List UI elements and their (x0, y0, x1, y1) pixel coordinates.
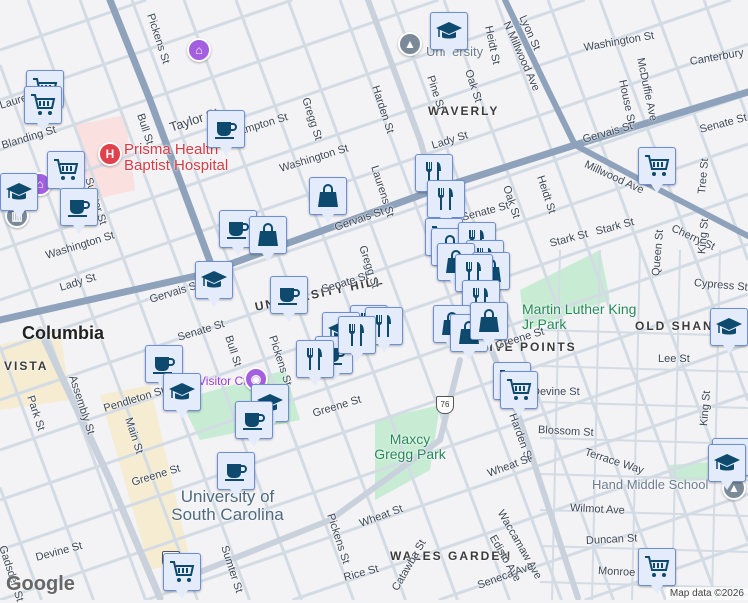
shopping-cart-icon (168, 558, 196, 586)
fork-knife-marker[interactable] (427, 180, 465, 226)
graduation-cap-marker[interactable] (195, 261, 233, 307)
maxcy-park-label[interactable]: Maxcy Gregg Park (370, 432, 450, 462)
coffee-cup-marker[interactable] (235, 401, 273, 447)
graduation-cap-marker[interactable] (430, 12, 468, 58)
shopping-cart-marker[interactable] (638, 548, 676, 594)
shopping-cart-icon (643, 553, 671, 581)
shopping-bag-marker[interactable] (470, 302, 508, 348)
city-label: Columbia (22, 323, 105, 343)
shopping-cart-icon (52, 156, 80, 184)
shopping-bag-icon (475, 307, 503, 335)
graduation-cap-icon (168, 378, 196, 406)
shopping-cart-marker[interactable] (500, 371, 538, 417)
shopping-cart-marker[interactable] (638, 147, 676, 193)
fork-knife-icon (301, 345, 329, 373)
graduation-cap-marker[interactable] (163, 373, 201, 419)
coffee-cup-icon (240, 406, 268, 434)
coffee-cup-marker[interactable] (207, 110, 245, 156)
visitor-center-label[interactable]: Visitor Ctr (198, 374, 250, 388)
shopping-cart-marker[interactable] (163, 553, 201, 599)
route-76-shield: 76 (436, 396, 454, 414)
fork-knife-icon (343, 321, 371, 349)
fork-knife-icon (432, 185, 460, 213)
coffee-cup-icon (212, 115, 240, 143)
shopping-bag-icon (254, 221, 282, 249)
museum-icon[interactable]: ⌂ (187, 38, 211, 62)
graduation-cap-icon (715, 313, 743, 341)
coffee-cup-marker[interactable] (270, 276, 308, 322)
coffee-cup-icon (222, 457, 250, 485)
shopping-cart-marker[interactable] (24, 86, 62, 132)
graduation-cap-icon (713, 449, 741, 477)
shopping-cart-marker[interactable] (47, 151, 85, 197)
coffee-cup-icon (224, 215, 252, 243)
shopping-bag-marker[interactable] (249, 216, 287, 262)
graduation-cap-marker[interactable] (0, 173, 38, 219)
shopping-cart-icon (505, 376, 533, 404)
usc-label[interactable]: University of South Carolina (165, 488, 290, 524)
fork-knife-marker[interactable] (338, 316, 376, 362)
coffee-cup-marker[interactable] (217, 452, 255, 498)
graduation-cap-marker[interactable] (710, 308, 748, 354)
university-icon[interactable]: ▲ (398, 32, 422, 56)
graduation-cap-icon (200, 266, 228, 294)
street-label: Devine St (532, 386, 580, 398)
shopping-bag-icon (314, 182, 342, 210)
shopping-bag-marker[interactable] (309, 177, 347, 223)
coffee-cup-icon (275, 281, 303, 309)
coffee-cup-icon (65, 193, 93, 221)
street-label: Lee St (658, 353, 690, 365)
graduation-cap-marker[interactable] (708, 444, 746, 490)
coffee-cup-marker[interactable] (60, 188, 98, 234)
map-attribution[interactable]: Map data ©2026 (665, 587, 748, 600)
school-label[interactable]: Hand Middle School (592, 477, 708, 492)
graduation-cap-icon (435, 17, 463, 45)
google-logo: Google (6, 573, 75, 595)
shopping-cart-icon (29, 91, 57, 119)
shopping-cart-icon (643, 152, 671, 180)
neighborhood-vista: VISTA (4, 359, 49, 373)
hospital-icon[interactable]: H (98, 142, 122, 166)
fork-knife-marker[interactable] (296, 340, 334, 386)
graduation-cap-icon (5, 178, 33, 206)
